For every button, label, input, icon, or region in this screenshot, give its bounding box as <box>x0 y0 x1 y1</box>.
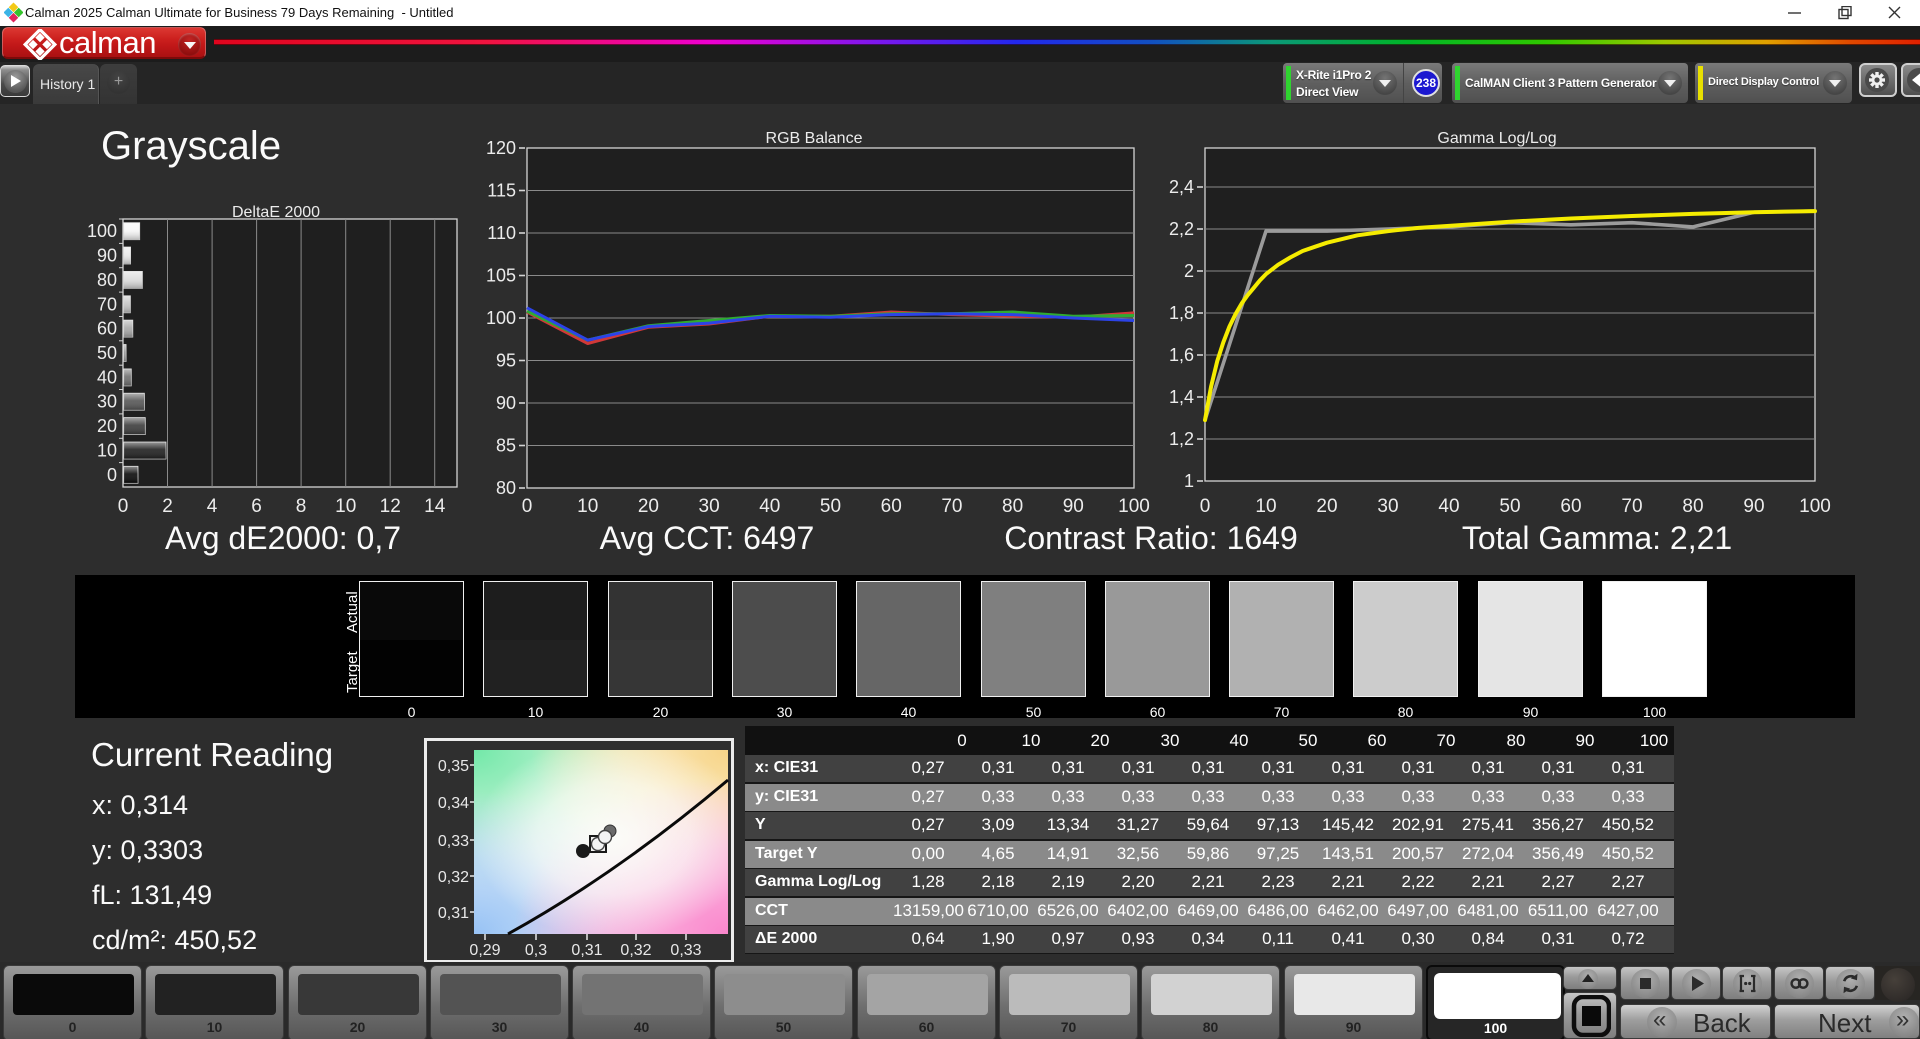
svg-text:100: 100 <box>1118 496 1150 517</box>
svg-text:0,31: 0,31 <box>571 942 602 959</box>
svg-text:20: 20 <box>97 416 117 436</box>
svg-text:Gamma Log/Log: Gamma Log/Log <box>1437 130 1556 147</box>
svg-text:10: 10 <box>577 496 598 517</box>
svg-text:70: 70 <box>1621 496 1642 517</box>
svg-text:50: 50 <box>820 496 841 517</box>
svg-text:2,2: 2,2 <box>1169 219 1194 239</box>
svg-text:100: 100 <box>1799 496 1831 517</box>
svg-text:10: 10 <box>335 496 356 517</box>
svg-text:50: 50 <box>1499 496 1520 517</box>
svg-text:80: 80 <box>496 478 516 498</box>
svg-text:0,31: 0,31 <box>438 905 469 922</box>
svg-text:0,32: 0,32 <box>620 942 651 959</box>
svg-text:100: 100 <box>486 308 516 328</box>
svg-text:70: 70 <box>941 496 962 517</box>
svg-text:70: 70 <box>97 294 117 314</box>
svg-text:0,34: 0,34 <box>438 795 469 812</box>
svg-text:0,33: 0,33 <box>670 942 701 959</box>
svg-text:1,4: 1,4 <box>1169 387 1194 407</box>
svg-text:12: 12 <box>380 496 401 517</box>
svg-text:90: 90 <box>1063 496 1084 517</box>
svg-text:0,29: 0,29 <box>469 942 500 959</box>
svg-text:0: 0 <box>1200 496 1211 517</box>
svg-text:1,6: 1,6 <box>1169 345 1194 365</box>
svg-text:105: 105 <box>486 266 516 286</box>
svg-text:1: 1 <box>1184 471 1194 491</box>
svg-text:20: 20 <box>1316 496 1337 517</box>
svg-text:30: 30 <box>97 392 117 412</box>
svg-text:10: 10 <box>97 441 117 461</box>
svg-text:120: 120 <box>486 138 516 158</box>
svg-text:40: 40 <box>759 496 780 517</box>
svg-text:85: 85 <box>496 436 516 456</box>
svg-text:20: 20 <box>638 496 659 517</box>
svg-text:6: 6 <box>251 496 262 517</box>
svg-text:40: 40 <box>97 367 117 387</box>
svg-text:90: 90 <box>1743 496 1764 517</box>
svg-text:10: 10 <box>1255 496 1276 517</box>
svg-text:30: 30 <box>1377 496 1398 517</box>
svg-text:4: 4 <box>207 496 218 517</box>
svg-text:50: 50 <box>97 343 117 363</box>
svg-text:1,2: 1,2 <box>1169 429 1194 449</box>
svg-text:14: 14 <box>424 496 446 517</box>
svg-text:0: 0 <box>522 496 533 517</box>
svg-text:80: 80 <box>97 270 117 290</box>
svg-text:60: 60 <box>97 319 117 339</box>
svg-text:0: 0 <box>107 465 117 485</box>
svg-text:2,4: 2,4 <box>1169 177 1194 197</box>
svg-text:80: 80 <box>1682 496 1703 517</box>
svg-text:115: 115 <box>487 181 516 201</box>
svg-text:90: 90 <box>97 246 117 266</box>
svg-text:0: 0 <box>118 496 129 517</box>
svg-text:RGB Balance: RGB Balance <box>766 130 863 147</box>
svg-text:95: 95 <box>496 351 516 371</box>
svg-text:110: 110 <box>487 223 516 243</box>
svg-text:90: 90 <box>496 393 516 413</box>
svg-text:60: 60 <box>1560 496 1581 517</box>
svg-text:8: 8 <box>296 496 307 517</box>
svg-text:30: 30 <box>699 496 720 517</box>
svg-text:40: 40 <box>1438 496 1459 517</box>
svg-text:0,32: 0,32 <box>438 869 469 886</box>
svg-text:0,33: 0,33 <box>438 833 469 850</box>
svg-text:2: 2 <box>162 496 173 517</box>
svg-text:2: 2 <box>1184 261 1194 281</box>
svg-text:60: 60 <box>881 496 902 517</box>
svg-text:0,35: 0,35 <box>438 758 469 775</box>
svg-text:0,3: 0,3 <box>525 942 547 959</box>
svg-text:80: 80 <box>1002 496 1023 517</box>
svg-text:1,8: 1,8 <box>1169 303 1194 323</box>
svg-text:100: 100 <box>87 221 117 241</box>
